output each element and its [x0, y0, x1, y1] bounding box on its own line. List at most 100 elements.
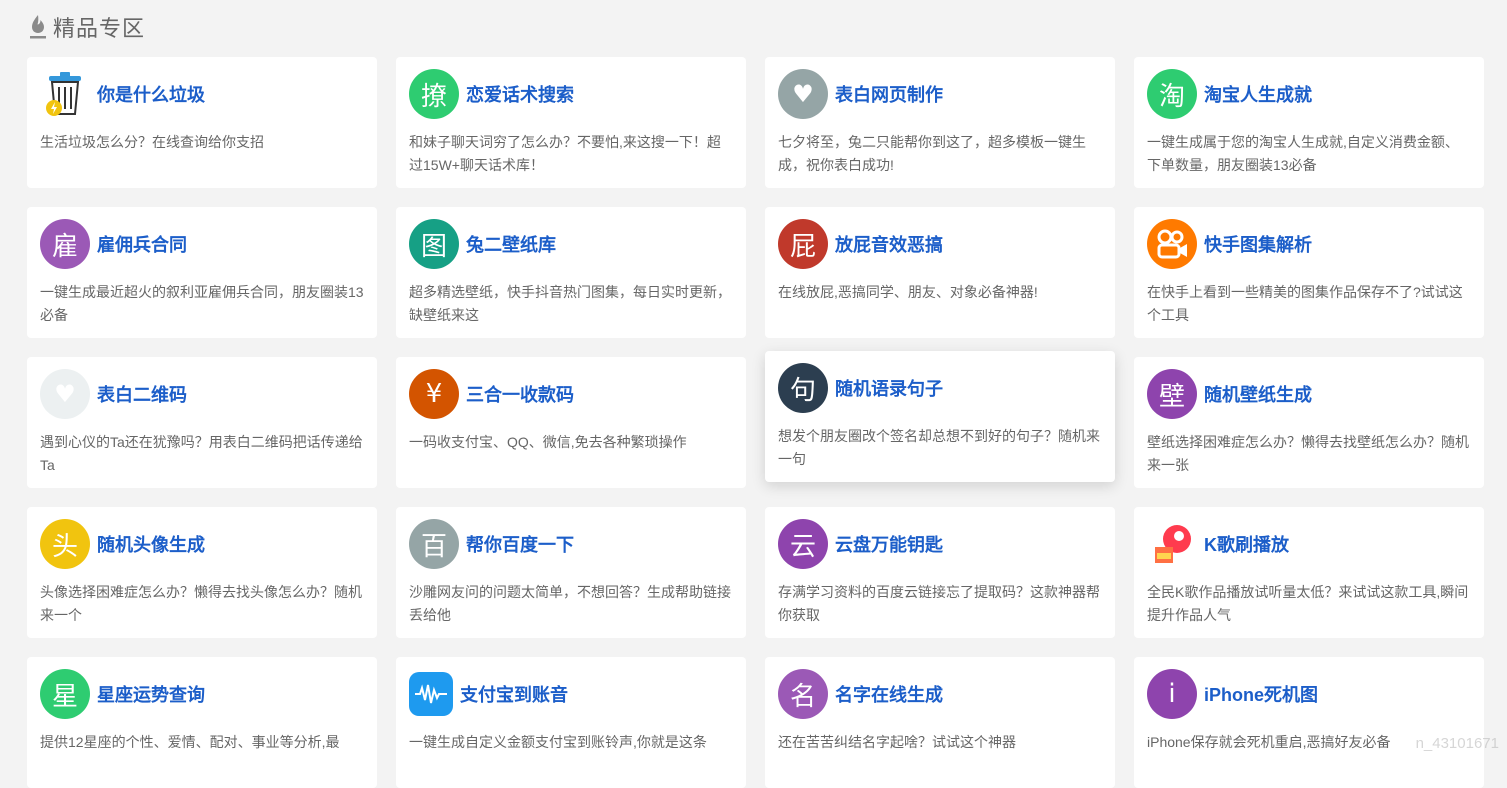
letter-icon: 雇 — [40, 219, 90, 269]
card-header: 雇雇佣兵合同 — [40, 219, 187, 269]
card-title[interactable]: 帮你百度一下 — [466, 531, 574, 557]
card-title[interactable]: 支付宝到账音 — [460, 681, 568, 707]
tool-card[interactable]: 云云盘万能钥匙存满学习资料的百度云链接忘了提取码？这款神器帮你获取 — [765, 507, 1115, 638]
tool-card[interactable]: 支付宝到账音一键生成自定义金额支付宝到账铃声,你就是这条 — [396, 657, 746, 788]
card-description: 一键生成自定义金额支付宝到账铃声,你就是这条 — [409, 734, 707, 750]
letter-icon: 屁 — [778, 219, 828, 269]
card-title[interactable]: 兔二壁纸库 — [466, 231, 556, 257]
card-description: 存满学习资料的百度云链接忘了提取码？这款神器帮你获取 — [778, 584, 1100, 623]
card-header: 云云盘万能钥匙 — [778, 519, 943, 569]
card-description: 和妹子聊天词穷了怎么办？不要怕,来这搜一下！超过15W+聊天话术库！ — [409, 134, 721, 173]
card-title[interactable]: 三合一收款码 — [466, 381, 574, 407]
card-title[interactable]: K歌刷播放 — [1204, 531, 1289, 557]
tool-card[interactable]: 淘淘宝人生成就一键生成属于您的淘宝人生成就,自定义消费金额、下单数量，朋友圈装1… — [1134, 57, 1484, 188]
tool-card[interactable]: ♥ 表白网页制作 七夕将至，兔二只能帮你到这了，超多模板一键生成，祝你表白成功! — [765, 57, 1115, 188]
tool-card[interactable]: ¥ 三合一收款码 一码收支付宝、QQ、微信,免去各种繁琐操作 — [396, 357, 746, 488]
tool-grid: 你是什么垃圾 生活垃圾怎么分？在线查询给你支招撩恋爱话术搜索 和妹子聊天词穷了怎么办… — [27, 57, 1484, 788]
card-header: 百帮你百度一下 — [409, 519, 574, 569]
flame-icon — [30, 15, 46, 39]
trash-can-icon — [40, 69, 90, 119]
letter-icon: 头 — [40, 519, 90, 569]
card-description: 生活垃圾怎么分？在线查询给你支招 — [40, 134, 264, 150]
card-header: 星星座运势查询 — [40, 669, 205, 719]
card-title[interactable]: 随机头像生成 — [97, 531, 205, 557]
tool-card[interactable]: 你是什么垃圾生活垃圾怎么分？在线查询给你支招 — [27, 57, 377, 188]
card-header: 头随机头像生成 — [40, 519, 205, 569]
card-description: 一键生成属于您的淘宝人生成就,自定义消费金额、下单数量，朋友圈装13必备 — [1147, 134, 1459, 173]
card-title[interactable]: 你是什么垃圾 — [97, 81, 205, 107]
tool-card[interactable]: 百帮你百度一下沙雕网友问的问题太简单，不想回答？生成帮助链接丢给他 — [396, 507, 746, 638]
watermark: n_43101671 — [1415, 735, 1499, 752]
card-title[interactable]: iPhone死机图 — [1204, 681, 1318, 707]
card-header: 快手图集解析 — [1147, 219, 1312, 269]
letter-icon: 淘 — [1147, 69, 1197, 119]
card-title[interactable]: 表白二维码 — [97, 381, 187, 407]
card-description: 头像选择困难症怎么办？懒得去找头像怎么办？随机来一个 — [40, 584, 362, 623]
card-description: 超多精选壁纸，快手抖音热门图集，每日实时更新，缺壁纸来这 — [409, 284, 731, 323]
card-header: 支付宝到账音 — [409, 669, 568, 719]
card-header: 屁放屁音效恶搞 — [778, 219, 943, 269]
card-header: 淘淘宝人生成就 — [1147, 69, 1312, 119]
tool-card[interactable]: 头随机头像生成头像选择困难症怎么办？懒得去找头像怎么办？随机来一个 — [27, 507, 377, 638]
card-description: 一键生成最近超火的叙利亚雇佣兵合同，朋友圈装13必备 — [40, 284, 364, 323]
tool-card[interactable]: ♥ 表白二维码遇到心仪的Ta还在犹豫吗？用表白二维码把话传递给Ta — [27, 357, 377, 488]
heart-icon: ♥ — [40, 369, 90, 419]
sound-wave-icon — [409, 672, 453, 716]
card-header: 你是什么垃圾 — [40, 69, 205, 119]
card-description: 沙雕网友问的问题太简单，不想回答？生成帮助链接丢给他 — [409, 584, 731, 623]
card-description: 提供12星座的个性、爱情、配对、事业等分析,最 — [40, 734, 340, 750]
letter-icon: 图 — [409, 219, 459, 269]
card-header: 句随机语录句子 — [778, 363, 943, 413]
tool-card[interactable]: 雇雇佣兵合同一键生成最近超火的叙利亚雇佣兵合同，朋友圈装13必备 — [27, 207, 377, 338]
letter-icon: 云 — [778, 519, 828, 569]
card-title[interactable]: 名字在线生成 — [835, 681, 943, 707]
karaoke-icon — [1147, 519, 1197, 569]
card-header: 撩恋爱话术搜索 — [409, 69, 574, 119]
tool-card[interactable]: 壁随机壁纸生成 壁纸选择困难症怎么办？懒得去找壁纸怎么办？随机来一张 — [1134, 357, 1484, 488]
card-title[interactable]: 云盘万能钥匙 — [835, 531, 943, 557]
card-title[interactable]: 放屁音效恶搞 — [835, 231, 943, 257]
card-title[interactable]: 雇佣兵合同 — [97, 231, 187, 257]
card-header: ¥ 三合一收款码 — [409, 369, 574, 419]
card-header: ♥ 表白二维码 — [40, 369, 187, 419]
section-title: 精品专区 — [53, 16, 146, 41]
letter-icon: 撩 — [409, 69, 459, 119]
letter-icon: i — [1147, 669, 1197, 719]
card-title[interactable]: 星座运势查询 — [97, 681, 205, 707]
video-camera-icon — [1147, 219, 1197, 269]
card-title[interactable]: 快手图集解析 — [1204, 231, 1312, 257]
card-description: 想发个朋友圈改个签名却总想不到好的句子？随机来一句 — [778, 428, 1100, 467]
letter-icon: 星 — [40, 669, 90, 719]
tool-card[interactable]: 句随机语录句子想发个朋友圈改个签名却总想不到好的句子？随机来一句 — [765, 351, 1115, 482]
card-description: 在快手上看到一些精美的图集作品保存不了?试试这个工具 — [1147, 284, 1463, 323]
tool-card[interactable]: 图兔二壁纸库超多精选壁纸，快手抖音热门图集，每日实时更新，缺壁纸来这 — [396, 207, 746, 338]
card-description: 遇到心仪的Ta还在犹豫吗？用表白二维码把话传递给Ta — [40, 434, 363, 473]
tool-card[interactable]: 快手图集解析在快手上看到一些精美的图集作品保存不了?试试这个工具 — [1134, 207, 1484, 338]
letter-icon: 句 — [778, 363, 828, 413]
heart-icon: ♥ — [778, 69, 828, 119]
card-title[interactable]: 恋爱话术搜索 — [466, 81, 574, 107]
letter-icon: 名 — [778, 669, 828, 719]
card-title[interactable]: 表白网页制作 — [835, 81, 943, 107]
card-header: 名名字在线生成 — [778, 669, 943, 719]
card-description: 还在苦苦纠结名字起啥？试试这个神器 — [778, 734, 1016, 750]
letter-icon: 百 — [409, 519, 459, 569]
card-description: 全民K歌作品播放试听量太低？来试试这款工具,瞬间提升作品人气 — [1147, 584, 1469, 623]
card-description: 在线放屁,恶搞同学、朋友、对象必备神器! — [778, 284, 1038, 300]
tool-card[interactable]: 名名字在线生成还在苦苦纠结名字起啥？试试这个神器 — [765, 657, 1115, 788]
tool-card[interactable]: K歌刷播放全民K歌作品播放试听量太低？来试试这款工具,瞬间提升作品人气 — [1134, 507, 1484, 638]
card-title[interactable]: 随机壁纸生成 — [1204, 381, 1312, 407]
card-title[interactable]: 淘宝人生成就 — [1204, 81, 1312, 107]
letter-icon: ¥ — [409, 369, 459, 419]
card-header: i iPhone死机图 — [1147, 669, 1318, 719]
tool-card[interactable]: 屁放屁音效恶搞在线放屁,恶搞同学、朋友、对象必备神器! — [765, 207, 1115, 338]
card-header: 图兔二壁纸库 — [409, 219, 556, 269]
tool-card[interactable]: 撩恋爱话术搜索和妹子聊天词穷了怎么办？不要怕,来这搜一下！超过15W+聊天话术库… — [396, 57, 746, 188]
card-title[interactable]: 随机语录句子 — [835, 375, 943, 401]
section-header: 精品专区 — [29, 12, 145, 42]
card-header: 壁随机壁纸生成 — [1147, 369, 1312, 419]
tool-card[interactable]: i iPhone死机图 iPhone保存就会死机重启,恶搞好友必备 — [1134, 657, 1484, 788]
letter-icon: 壁 — [1147, 369, 1197, 419]
tool-card[interactable]: 星星座运势查询提供12星座的个性、爱情、配对、事业等分析,最 — [27, 657, 377, 788]
card-header: ♥ 表白网页制作 — [778, 69, 943, 119]
